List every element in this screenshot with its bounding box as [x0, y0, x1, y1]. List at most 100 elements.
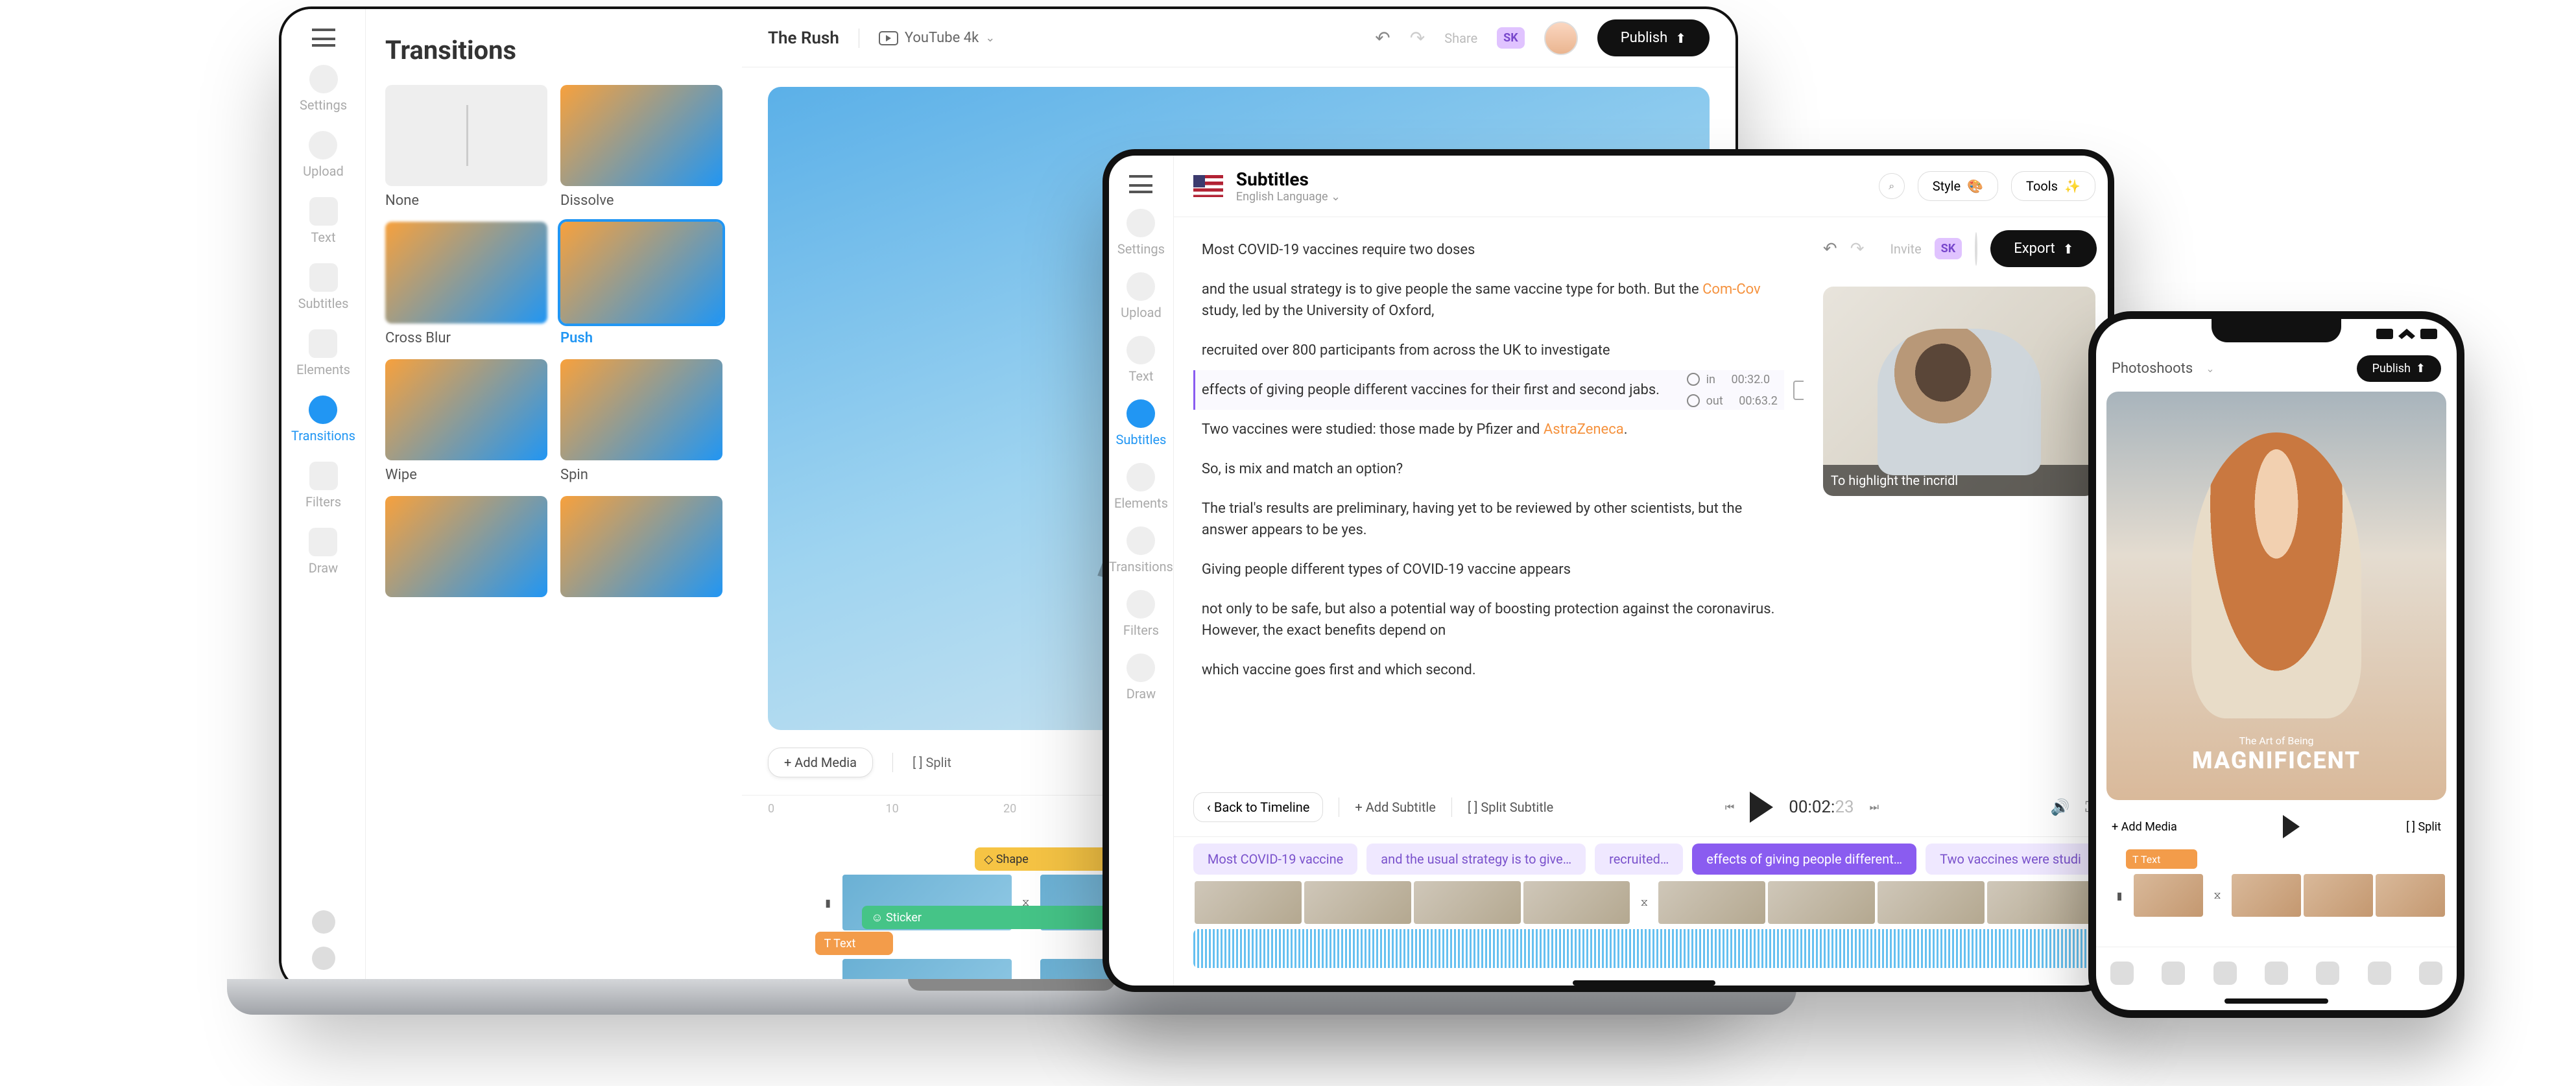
sidebar-item-upload[interactable]: Upload: [1121, 272, 1162, 320]
play-button[interactable]: [2283, 815, 2300, 838]
tools-button[interactable]: Tools✨: [2011, 171, 2095, 201]
tool-subtitles-icon[interactable]: [2265, 962, 2288, 985]
project-title[interactable]: Photoshoots: [2112, 360, 2193, 377]
subtitle-pill-active[interactable]: effects of giving people different…: [1692, 844, 1916, 875]
link[interactable]: AstraZeneca: [1544, 421, 1624, 438]
subtitle-line[interactable]: which vaccine goes first and which secon…: [1193, 650, 1784, 690]
sidebar-item-subtitles[interactable]: Subtitles: [298, 263, 349, 311]
play-button[interactable]: [1750, 792, 1773, 823]
video-track[interactable]: ▮ ⧖: [2106, 873, 2446, 918]
transition-extra-1[interactable]: [385, 496, 547, 597]
sidebar-item-elements[interactable]: Elements: [296, 329, 350, 377]
video-preview[interactable]: The Art of Being MAGNIFICENT: [2106, 392, 2446, 800]
transition-none[interactable]: None: [385, 85, 547, 209]
sidebar-item-settings[interactable]: Settings: [1117, 209, 1165, 257]
timeline[interactable]: T Text ▮ ⧖: [2096, 849, 2457, 947]
skip-back-icon[interactable]: ⏮: [1725, 801, 1734, 814]
video-clip[interactable]: [2302, 873, 2374, 918]
transition-spin[interactable]: Spin: [560, 359, 722, 483]
subtitle-line[interactable]: Giving people different types of COVID-1…: [1193, 550, 1784, 589]
tool-filters-icon[interactable]: [2368, 962, 2391, 985]
redo-icon[interactable]: ↷: [1410, 27, 1425, 49]
back-to-timeline-button[interactable]: ‹ Back to Timeline: [1193, 792, 1324, 822]
subtitle-pill[interactable]: Two vaccines were studi: [1926, 844, 2095, 875]
clip-handle[interactable]: ▮: [2106, 873, 2132, 918]
add-media-button[interactable]: + Add Media: [768, 748, 873, 777]
menu-icon[interactable]: [312, 29, 335, 47]
video-clip[interactable]: [1986, 880, 2095, 925]
video-clip[interactable]: [1657, 880, 1767, 925]
sidebar-item-elements[interactable]: Elements: [1114, 463, 1168, 511]
sidebar-item-subtitles[interactable]: Subtitles: [1116, 399, 1167, 447]
sidebar-item-draw[interactable]: Draw: [309, 528, 338, 576]
tool-upload-icon[interactable]: [2162, 962, 2185, 985]
split-subtitle-button[interactable]: [ ] Split Subtitle: [1468, 799, 1553, 815]
add-subtitle-button[interactable]: + Add Subtitle: [1355, 799, 1435, 815]
audio-waveform[interactable]: [1193, 929, 2095, 968]
video-track[interactable]: ⧖: [1193, 880, 2095, 925]
transition-push[interactable]: Push: [560, 222, 722, 346]
subtitle-pill[interactable]: Most COVID-19 vaccine: [1193, 844, 1357, 875]
volume-icon[interactable]: 🔊: [2051, 798, 2070, 816]
video-clip[interactable]: [1303, 880, 1413, 925]
sidebar-item-filters[interactable]: Filters: [1123, 590, 1159, 638]
sidebar-item-upload[interactable]: Upload: [303, 131, 344, 179]
sidebar-item-settings[interactable]: Settings: [300, 65, 347, 113]
subtitle-line[interactable]: not only to be safe, but also a potentia…: [1193, 589, 1784, 650]
subtitle-line[interactable]: recruited over 800 participants from acr…: [1193, 331, 1784, 370]
link[interactable]: Com-Cov: [1702, 281, 1761, 298]
chevron-down-icon[interactable]: ⌄: [2206, 362, 2214, 375]
subtitle-line[interactable]: So, is mix and match an option?: [1193, 449, 1784, 489]
add-media-button[interactable]: + Add Media: [2112, 820, 2177, 834]
text-chip[interactable]: T Text: [815, 932, 893, 955]
subtitle-line[interactable]: The trial's results are preliminary, hav…: [1193, 489, 1784, 550]
video-clip[interactable]: [2132, 873, 2204, 918]
language-selector[interactable]: English Language ⌄: [1236, 190, 1341, 204]
transition-dissolve[interactable]: Dissolve: [560, 85, 722, 209]
project-title[interactable]: The Rush: [768, 29, 839, 48]
text-chip[interactable]: T Text: [2126, 849, 2197, 869]
tool-settings-icon[interactable]: [2110, 962, 2134, 985]
preset-selector[interactable]: YouTube 4k ⌄: [879, 30, 996, 46]
trash-icon[interactable]: [1793, 381, 1804, 400]
sidebar-item-draw[interactable]: Draw: [1127, 654, 1156, 702]
skip-forward-icon[interactable]: ⏭: [1870, 801, 1879, 814]
split-button[interactable]: [ ] Split: [2406, 820, 2441, 834]
sidebar-item-text[interactable]: Text: [1127, 336, 1155, 384]
transition-wipe[interactable]: Wipe: [385, 359, 547, 483]
video-clip[interactable]: [1876, 880, 1986, 925]
video-clip[interactable]: [2374, 873, 2446, 918]
transition-handle[interactable]: ⧖: [1631, 880, 1657, 925]
undo-icon[interactable]: ↶: [1375, 27, 1390, 49]
user-badge[interactable]: SK: [1497, 27, 1525, 49]
video-clip[interactable]: [1193, 880, 1303, 925]
subtitle-timeline[interactable]: Most COVID-19 vaccine and the usual stra…: [1174, 836, 2114, 973]
feedback-icon[interactable]: [312, 947, 335, 970]
split-button[interactable]: [ ] Split: [912, 755, 951, 770]
clip-handle[interactable]: ▮: [815, 873, 841, 932]
video-clip[interactable]: [1413, 880, 1522, 925]
tool-draw-icon[interactable]: [2419, 962, 2442, 985]
subtitle-line[interactable]: and the usual strategy is to give people…: [1193, 270, 1784, 331]
tool-text-icon[interactable]: [2213, 962, 2237, 985]
sidebar-item-text[interactable]: Text: [309, 197, 338, 245]
video-clip[interactable]: [1522, 880, 1632, 925]
help-icon[interactable]: [312, 910, 335, 934]
subtitle-pill[interactable]: recruited…: [1595, 844, 1683, 875]
export-button[interactable]: Export: [1990, 230, 2097, 267]
transition-cross-blur[interactable]: Cross Blur: [385, 222, 547, 346]
sidebar-item-transitions[interactable]: Transitions: [291, 395, 355, 443]
sticker-chip[interactable]: ☺ Sticker: [862, 906, 1134, 929]
invite-button[interactable]: Invite: [1890, 241, 1921, 257]
publish-button[interactable]: Publish: [1597, 19, 1710, 56]
subtitle-line[interactable]: Two vaccines were studied: those made by…: [1193, 410, 1784, 449]
sidebar-item-filters[interactable]: Filters: [305, 462, 341, 510]
share-button[interactable]: Share: [1444, 30, 1477, 46]
transition-handle[interactable]: ⧖: [2204, 873, 2230, 918]
video-clip[interactable]: [2230, 873, 2302, 918]
avatar[interactable]: [1975, 232, 1977, 266]
publish-button[interactable]: Publish: [2357, 355, 2441, 382]
user-badge[interactable]: SK: [1935, 238, 1962, 259]
search-icon[interactable]: ⌕: [1879, 173, 1905, 199]
video-clip[interactable]: [1767, 880, 1876, 925]
